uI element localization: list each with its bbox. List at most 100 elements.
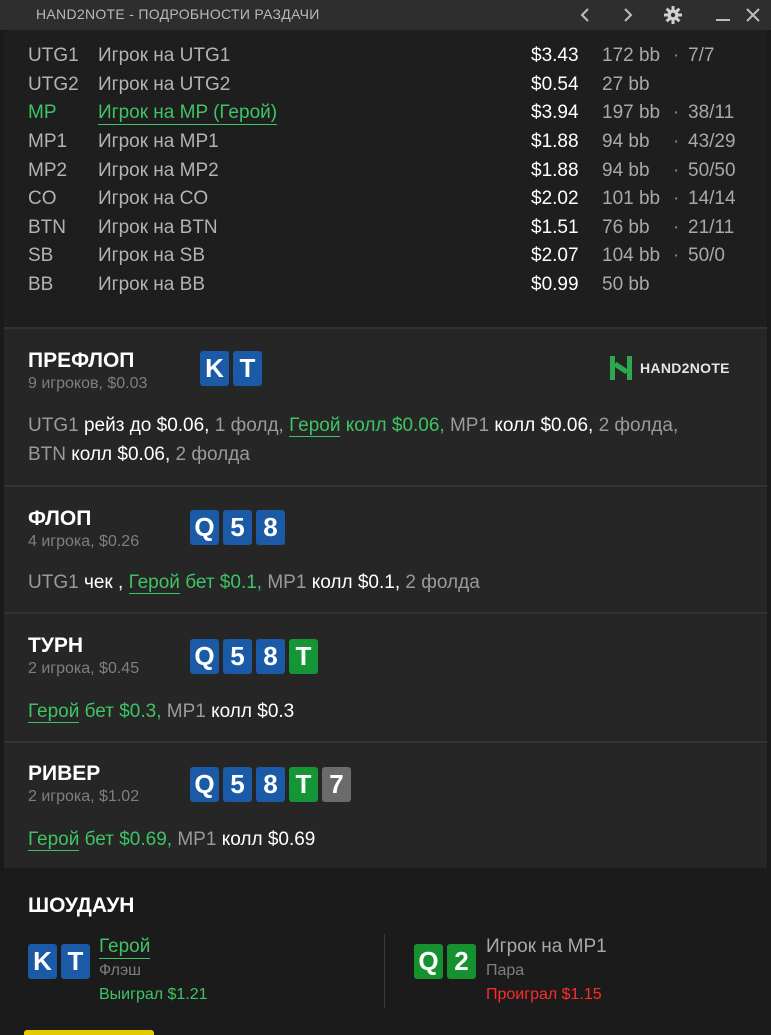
hero-cards: K T [200,351,262,386]
street-sub: 2 игрока, $0.45 [28,660,140,677]
card: 7 [322,767,351,802]
card: 5 [223,767,252,802]
hero-link[interactable]: Герой [128,572,180,594]
card: Q [190,510,219,545]
logo-text: HAND2NOTE [640,360,730,376]
player-stat: 50/0 [688,245,725,266]
fold-text: 2 фолда [405,572,480,593]
action-player: UTG1 [28,415,79,436]
player-position: MP2 [28,160,68,181]
card: K [200,351,229,386]
preflop-section: ПРЕФЛОП 9 игроков, $0.03 K T HAND2NOTE U… [4,329,767,485]
player-stack: $0.99 [531,274,579,295]
card: Q [190,639,219,674]
card: 8 [256,510,285,545]
player-position: UTG1 [28,45,79,66]
player-stat: 7/7 [688,45,715,66]
preflop-actions: UTG1 рейз до $0.06, 1 фолд, Герой колл $… [28,411,728,469]
separator-dot: · [673,131,680,152]
player-name: Игрок на SB [98,245,205,266]
player-row[interactable]: CO Игрок на CO $2.02 101 bb · 14/14 [4,188,767,216]
street-name: ШОУДАУН [28,894,135,917]
player-bb: 94 bb [602,131,650,152]
player-name: Игрок на BTN [98,217,218,238]
hero-link[interactable]: Герой [289,415,341,437]
hero-action: колл $0.06, [345,415,445,436]
prev-arrow-icon[interactable] [573,3,597,27]
hand2note-logo-icon [610,356,632,380]
hero-action: бет $0.69, [84,829,173,850]
action-player: MP1 [177,829,217,850]
street-name: РИВЕР [28,762,101,785]
hero-link[interactable]: Герой [99,936,151,959]
fold-text: 2 фолда [175,444,250,465]
player-stat: 43/29 [688,131,736,152]
player-name: Игрок на MP1 [486,936,607,957]
player-position: BB [28,274,54,295]
hero-link[interactable]: Герой [28,701,80,723]
player-row[interactable]: MP Игрок на MP (Герой) $3.94 197 bb · 38/11 [4,102,767,130]
player-row[interactable]: SB Игрок на SB $2.07 104 bb · 50/0 [4,245,767,273]
card: T [289,639,318,674]
window-title: HAND2NOTE - ПОДРОБНОСТИ РАЗДАЧИ [36,6,320,22]
player-row[interactable]: BB Игрок на BB $0.99 50 bb [4,274,767,302]
player-stat: 38/11 [688,102,735,123]
turn-section: ТУРН 2 игрока, $0.45 Q 5 8 T Герой бет $… [4,614,767,741]
player-stack: $1.88 [531,160,579,181]
settings-gear-icon[interactable] [661,3,685,27]
title-bar: HAND2NOTE - ПОДРОБНОСТИ РАЗДАЧИ [0,0,771,30]
player-row[interactable]: UTG2 Игрок на UTG2 $0.54 27 bb [4,74,767,102]
player-position: UTG2 [28,74,79,95]
player-name: Игрок на MP1 [98,131,219,152]
card: 2 [447,944,476,979]
card: T [61,944,90,979]
player-cards: K T [28,944,90,979]
minimize-icon[interactable] [711,3,735,27]
player-bb: 94 bb [602,160,650,181]
card: 8 [256,767,285,802]
card: Q [414,944,443,979]
action-text: колл $0.06, [71,444,171,465]
player-bb: 27 bb [602,74,650,95]
player-name: Игрок на UTG2 [98,74,231,95]
card: K [28,944,57,979]
close-icon[interactable] [741,3,765,27]
player-stack: $2.07 [531,245,579,266]
action-text: рейз до $0.06, [83,415,210,436]
river-section: РИВЕР 2 игрока, $1.02 Q 5 8 T 7 Герой бе… [4,743,767,868]
player-stack: $1.51 [531,217,579,238]
player-position: BTN [28,217,66,238]
river-actions: Герой бет $0.69, MP1 колл $0.69 [28,825,728,854]
player-name[interactable]: Игрок на MP (Герой) [98,102,278,125]
bottom-tab-strip[interactable] [24,1030,154,1035]
card: 8 [256,639,285,674]
action-player: MP1 [449,415,490,436]
player-row[interactable]: BTN Игрок на BTN $1.51 76 bb · 21/11 [4,217,767,245]
player-row[interactable]: UTG1 Игрок на UTG1 $3.43 172 bb · 7/7 [4,45,767,73]
card: Q [190,767,219,802]
card: T [233,351,262,386]
hero-link[interactable]: Герой [28,829,80,851]
player-row[interactable]: MP2 Игрок на MP2 $1.88 94 bb · 50/50 [4,160,767,188]
hand-rank: Флэш [99,962,141,979]
hero-action: бет $0.1, [185,572,263,593]
next-arrow-icon[interactable] [616,3,640,27]
action-player: MP1 [166,701,206,722]
action-text: колл $0.06, [494,415,594,436]
vertical-divider [384,934,385,1008]
fold-text: 2 фолда, [598,415,679,436]
street-name: ФЛОП [28,507,92,530]
player-row[interactable]: MP1 Игрок на MP1 $1.88 94 bb · 43/29 [4,131,767,159]
players-list: UTG1 Игрок на UTG1 $3.43 172 bb · 7/7 UTG2 Игро… [4,33,767,327]
card: T [289,767,318,802]
player-stack: $2.02 [531,188,579,209]
player-stack: $1.88 [531,131,579,152]
player-bb: 172 bb [602,45,661,66]
board-cards: Q 5 8 T [190,639,318,674]
player-position: CO [28,188,57,209]
player-name: Игрок на MP2 [98,160,219,181]
player-stat: 14/14 [688,188,736,209]
player-cards: Q 2 [414,944,476,979]
player-name: Игрок на CO [98,188,209,209]
separator-dot: · [673,102,680,123]
